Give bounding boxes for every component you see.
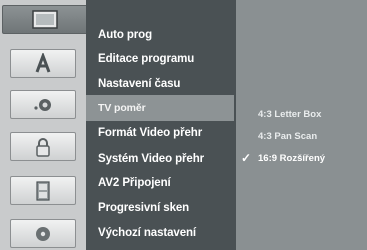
menu-item-video-format[interactable]: Formát Video přehr — [86, 120, 236, 146]
menu-item-tv-aspect[interactable]: TV poměr — [86, 95, 234, 121]
menu-item-program-edit[interactable]: Editace programu — [86, 46, 236, 72]
menu-item-clock-set[interactable]: Nastavení času — [86, 71, 236, 97]
setup-menu-list: Auto prog Editace programu Nastavení čas… — [86, 0, 236, 250]
menu-item-progressive-scan[interactable]: Progresivní sken — [86, 195, 236, 221]
tv-aspect-options: 4:3 Letter Box 4:3 Pan Scan ✓ 16:9 Rozší… — [236, 0, 367, 250]
setup-menu-screen: Auto prog Editace programu Nastavení čas… — [0, 0, 367, 250]
lock-tab[interactable] — [10, 132, 76, 161]
option-pan-scan[interactable]: 4:3 Pan Scan — [236, 125, 367, 147]
audio-tab[interactable] — [10, 90, 76, 119]
language-icon — [35, 52, 51, 73]
menu-item-video-system[interactable]: Systém Video přehr — [86, 146, 236, 172]
disc-icon — [36, 226, 50, 241]
category-icon-column — [0, 0, 88, 250]
film-icon — [36, 180, 50, 201]
option-label: 16:9 Rozšířený — [258, 152, 326, 164]
option-label: 4:3 Pan Scan — [258, 130, 318, 142]
option-letterbox[interactable]: 4:3 Letter Box — [236, 103, 367, 125]
disc-tab[interactable] — [10, 219, 76, 248]
audio-icon — [34, 98, 51, 111]
menu-item-factory-reset[interactable]: Výchozí nastavení — [86, 220, 236, 246]
menu-item-auto-prog[interactable]: Auto prog — [86, 22, 236, 48]
language-tab[interactable] — [10, 49, 76, 78]
lock-icon — [36, 137, 50, 157]
option-widescreen[interactable]: ✓ 16:9 Rozšířený — [236, 147, 367, 169]
checkmark-icon: ✓ — [240, 151, 252, 165]
option-label: 4:3 Letter Box — [258, 108, 322, 120]
film-tab[interactable] — [10, 176, 76, 205]
menu-item-av2-connection[interactable]: AV2 Připojení — [86, 170, 236, 196]
tv-setup-tab[interactable] — [2, 5, 88, 34]
tv-setup-icon — [32, 9, 58, 29]
